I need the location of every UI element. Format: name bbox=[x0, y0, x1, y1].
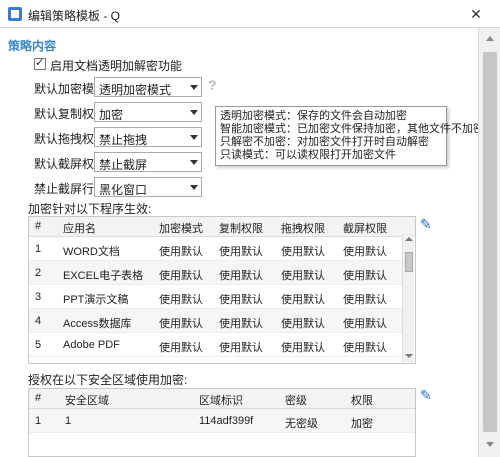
cell: 使用默认 bbox=[159, 318, 203, 330]
cell: Adobe PDF bbox=[63, 339, 120, 351]
scroll-thumb[interactable] bbox=[483, 52, 497, 432]
col-header: 应用名 bbox=[63, 223, 96, 235]
col-header: # bbox=[35, 220, 42, 232]
window-scrollbar[interactable] bbox=[478, 28, 500, 457]
zones-table: # 安全区域 区域标识 密级 权限 1 1 114adf399f 无密级 加密 bbox=[28, 388, 416, 457]
cell: 5 bbox=[35, 339, 42, 351]
section-title: 策略内容 bbox=[8, 39, 57, 53]
cell: 使用默认 bbox=[343, 270, 387, 282]
default-drag-permission-select[interactable]: 禁止拖拽 bbox=[94, 127, 202, 147]
col-header: 密级 bbox=[285, 395, 307, 407]
tooltip-line: 透明加密模式：保存的文件会自动加密 bbox=[220, 110, 407, 122]
col-header: 权限 bbox=[351, 395, 373, 407]
table-row[interactable]: 2 EXCEL电子表格 使用默认 使用默认 使用默认 使用默认 bbox=[29, 261, 403, 285]
tooltip-line: 只读模式：可以读权限打开加密文件 bbox=[220, 149, 396, 161]
cell: 使用默认 bbox=[159, 342, 203, 354]
scroll-up-icon[interactable] bbox=[486, 36, 494, 41]
zones-caption: 授权在以下安全区域使用加密: bbox=[28, 373, 188, 387]
cell: 使用默认 bbox=[219, 342, 263, 354]
encrypt-mode-tooltip: 透明加密模式：保存的文件会自动加密 智能加密模式：已加密文件保持加密，其他文件不… bbox=[215, 106, 484, 166]
programs-table: # 应用名 加密模式 复制权限 拖拽权限 截屏权限 1 WORD文档 使用默认 … bbox=[28, 216, 416, 364]
cell: 使用默认 bbox=[219, 246, 263, 258]
col-header: 复制权限 bbox=[219, 223, 263, 235]
scroll-thumb[interactable] bbox=[405, 252, 413, 272]
table-header: # 应用名 加密模式 复制权限 拖拽权限 截屏权限 bbox=[29, 217, 415, 237]
enable-encryption-label[interactable]: 启用文档透明加解密功能 bbox=[50, 57, 182, 74]
table-row[interactable]: 3 PPT演示文稿 使用默认 使用默认 使用默认 使用默认 bbox=[29, 285, 403, 309]
app-icon bbox=[8, 7, 22, 21]
scroll-up-icon[interactable] bbox=[405, 237, 413, 241]
chevron-down-icon bbox=[190, 185, 198, 190]
col-header: 加密模式 bbox=[159, 223, 203, 235]
cell: EXCEL电子表格 bbox=[63, 270, 144, 282]
scroll-down-icon[interactable] bbox=[486, 442, 494, 447]
cell: Access数据库 bbox=[63, 318, 132, 330]
enable-encryption-checkbox[interactable] bbox=[34, 56, 46, 70]
default-encrypt-mode-select[interactable]: 透明加密模式 bbox=[94, 77, 202, 97]
help-icon[interactable]: ? bbox=[208, 77, 217, 93]
col-header: # bbox=[35, 392, 42, 404]
tooltip-line: 只解密不加密：对加密文件打开时自动解密 bbox=[220, 136, 429, 148]
cell: 使用默认 bbox=[219, 294, 263, 306]
col-header: 安全区域 bbox=[65, 395, 109, 407]
cell: 使用默认 bbox=[281, 318, 325, 330]
cell: PPT演示文稿 bbox=[63, 294, 129, 306]
chevron-down-icon bbox=[190, 110, 198, 115]
select-value: 禁止截屏 bbox=[99, 158, 148, 172]
cell: WORD文档 bbox=[63, 246, 120, 258]
edit-programs-icon[interactable]: ✎ bbox=[420, 216, 432, 233]
programs-table-scrollbar[interactable] bbox=[402, 234, 414, 362]
cell: 无密级 bbox=[285, 418, 318, 430]
block-screenshot-behavior-select[interactable]: 黑化窗口 bbox=[94, 177, 202, 197]
default-screenshot-permission-select[interactable]: 禁止截屏 bbox=[94, 152, 202, 172]
cell: 1 bbox=[35, 415, 42, 427]
chevron-down-icon bbox=[190, 160, 198, 165]
chevron-down-icon bbox=[190, 85, 198, 90]
cell: 使用默认 bbox=[219, 270, 263, 282]
select-value: 加密 bbox=[99, 108, 124, 122]
col-header: 区域标识 bbox=[199, 395, 243, 407]
cell: 4 bbox=[35, 315, 42, 327]
tooltip-line: 智能加密模式：已加密文件保持加密，其他文件不加密 bbox=[220, 123, 484, 135]
select-value: 禁止拖拽 bbox=[99, 133, 148, 147]
cell: 使用默认 bbox=[219, 318, 263, 330]
cell: 使用默认 bbox=[281, 270, 325, 282]
cell: 使用默认 bbox=[159, 270, 203, 282]
select-value: 黑化窗口 bbox=[99, 183, 148, 197]
table-row[interactable]: 5 Adobe PDF 使用默认 使用默认 使用默认 使用默认 bbox=[29, 333, 403, 357]
cell: 使用默认 bbox=[281, 246, 325, 258]
cell: 使用默认 bbox=[159, 246, 203, 258]
cell: 2 bbox=[35, 267, 42, 279]
cell: 使用默认 bbox=[281, 294, 325, 306]
scroll-down-icon[interactable] bbox=[405, 354, 413, 358]
table-row[interactable]: 1 WORD文档 使用默认 使用默认 使用默认 使用默认 bbox=[29, 237, 403, 261]
cell: 使用默认 bbox=[343, 294, 387, 306]
close-icon[interactable]: ✕ bbox=[466, 4, 486, 24]
default-copy-permission-select[interactable]: 加密 bbox=[94, 102, 202, 122]
cell: 114adf399f bbox=[199, 415, 254, 427]
window-title: 编辑策略模板 - Q bbox=[28, 9, 120, 23]
cell: 使用默认 bbox=[343, 246, 387, 258]
cell: 使用默认 bbox=[281, 342, 325, 354]
title-bar: 编辑策略模板 - Q ✕ bbox=[0, 0, 500, 28]
col-header: 拖拽权限 bbox=[281, 223, 325, 235]
edit-zones-icon[interactable]: ✎ bbox=[420, 387, 432, 404]
chevron-down-icon bbox=[190, 135, 198, 140]
cell: 1 bbox=[35, 243, 42, 255]
col-header: 截屏权限 bbox=[343, 223, 387, 235]
cell: 使用默认 bbox=[159, 294, 203, 306]
select-value: 透明加密模式 bbox=[99, 83, 172, 97]
table-row[interactable]: 1 1 114adf399f 无密级 加密 bbox=[29, 409, 415, 433]
cell: 3 bbox=[35, 291, 42, 303]
programs-caption: 加密针对以下程序生效: bbox=[28, 202, 152, 216]
cell: 1 bbox=[65, 415, 72, 427]
cell: 加密 bbox=[351, 418, 373, 430]
cell: 使用默认 bbox=[343, 318, 387, 330]
table-row[interactable]: 4 Access数据库 使用默认 使用默认 使用默认 使用默认 bbox=[29, 309, 403, 333]
cell: 使用默认 bbox=[343, 342, 387, 354]
table-header: # 安全区域 区域标识 密级 权限 bbox=[29, 389, 415, 409]
